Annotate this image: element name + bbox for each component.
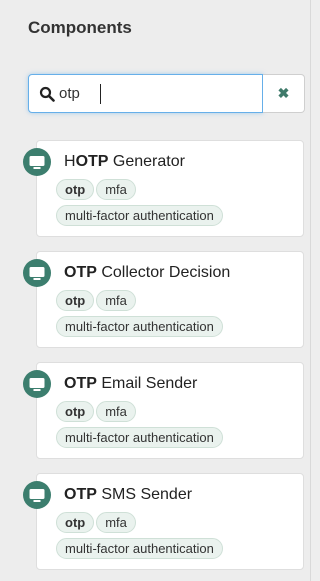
panel-title: Components [28, 18, 132, 37]
monitor-icon [23, 370, 51, 398]
component-card[interactable]: OTP SMS Sender otp mfa multi-factor authe… [23, 473, 304, 570]
monitor-icon [23, 259, 51, 287]
component-name: OTP Collector Decision [64, 264, 231, 281]
tag-mfa[interactable]: mfa [96, 179, 136, 200]
search-input[interactable] [59, 75, 254, 112]
tag-multi-factor-authentication[interactable]: multi-factor authentication [56, 316, 223, 337]
tag-otp[interactable]: otp [56, 290, 95, 311]
component-card[interactable]: OTP Collector Decision otp mfa multi-fact… [23, 251, 304, 348]
text-caret [100, 84, 101, 104]
tag-mfa[interactable]: mfa [96, 512, 136, 533]
component-card[interactable]: HOTP Generator otp mfa multi-factor authe… [23, 140, 304, 237]
search-icon [39, 86, 55, 102]
tag-otp[interactable]: otp [56, 179, 95, 200]
monitor-icon [23, 481, 51, 509]
clear-search-button[interactable]: ✖ [263, 74, 305, 113]
tag-otp[interactable]: otp [56, 401, 95, 422]
tag-mfa[interactable]: mfa [96, 290, 136, 311]
component-card[interactable]: OTP Email Sender otp mfa multi-factor aut… [23, 362, 304, 459]
search-field[interactable] [28, 74, 263, 113]
tag-multi-factor-authentication[interactable]: multi-factor authentication [56, 205, 223, 226]
tag-mfa[interactable]: mfa [96, 401, 136, 422]
search-bar: ✖ [28, 74, 305, 113]
tag-multi-factor-authentication[interactable]: multi-factor authentication [56, 427, 223, 448]
tag-multi-factor-authentication[interactable]: multi-factor authentication [56, 538, 223, 559]
component-name: HOTP Generator [64, 153, 185, 170]
close-icon: ✖ [277, 85, 290, 101]
tag-otp[interactable]: otp [56, 512, 95, 533]
monitor-icon [23, 148, 51, 176]
components-panel: Components ✖ HOTP Generator otpmfa multi… [0, 0, 311, 581]
component-name: OTP Email Sender [64, 375, 198, 392]
component-name: OTP SMS Sender [64, 486, 193, 503]
